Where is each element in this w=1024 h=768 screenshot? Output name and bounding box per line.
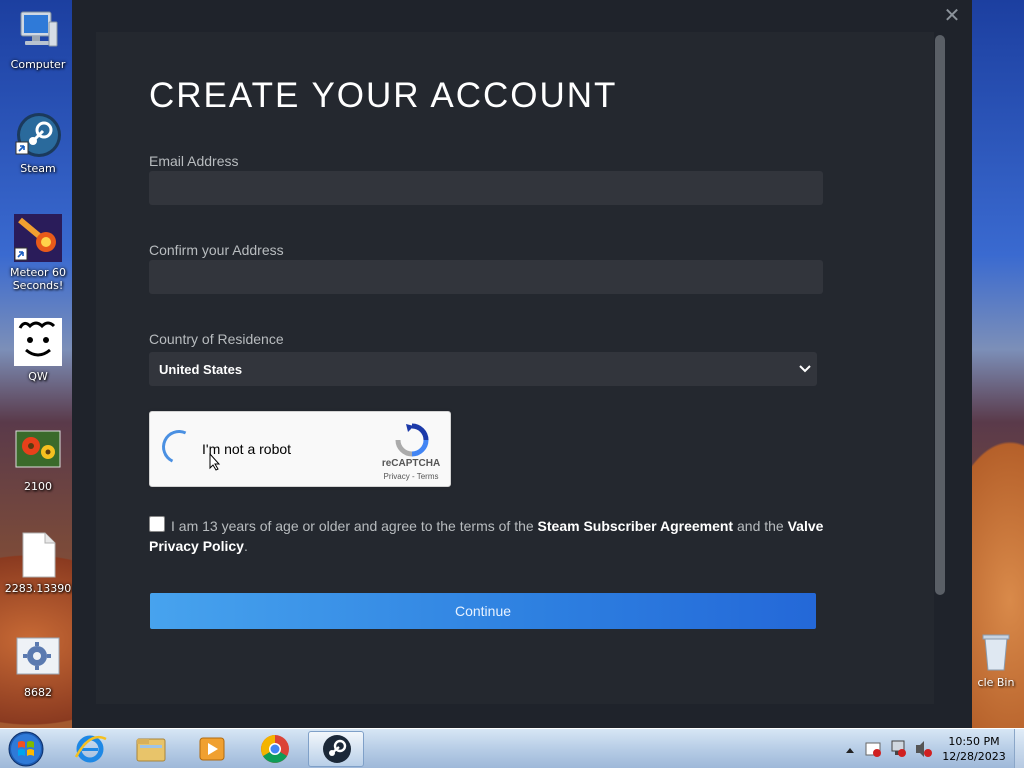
taskbar-internet-explorer[interactable] (62, 731, 118, 767)
chevron-down-icon (797, 360, 813, 376)
confirm-email-label: Confirm your Address (149, 242, 284, 258)
email-field[interactable] (149, 171, 823, 205)
taskbar-file-explorer[interactable] (123, 731, 179, 767)
close-icon[interactable]: ✕ (940, 4, 964, 28)
taskbar-steam[interactable] (308, 731, 364, 767)
taskbar-clock[interactable]: 10:50 PM 12/28/2023 (938, 734, 1010, 764)
desktop-icon-steam[interactable]: Steam (4, 112, 72, 175)
desktop-icon-qw[interactable]: QW (4, 318, 72, 383)
start-button[interactable] (6, 730, 46, 768)
recaptcha-logo-icon (394, 422, 430, 458)
steam-create-account-window: ✕ CREATE YOUR ACCOUNT Email Address Conf… (72, 0, 972, 728)
agreement-text-mid: and the (737, 518, 784, 534)
country-label: Country of Residence (149, 331, 284, 347)
scrollbar-thumb[interactable] (935, 35, 945, 595)
taskbar: 10:50 PM 12/28/2023 (0, 728, 1024, 768)
recycle-bin-icon (981, 632, 1011, 672)
desktop-icon-label: 2283.13390 (4, 582, 72, 595)
meteor-game-icon (14, 214, 62, 262)
country-select-value: United States (159, 362, 243, 377)
agree-checkbox[interactable] (149, 516, 165, 532)
desktop-icon-file[interactable]: 2283.13390 (4, 532, 72, 595)
blank-file-icon (15, 532, 61, 578)
desktop-icon-label: 2100 (24, 480, 52, 493)
desktop-icon-label: Computer (10, 58, 66, 71)
page-title: CREATE YOUR ACCOUNT (149, 76, 618, 115)
clock-time: 10:50 PM (948, 735, 1000, 748)
volume-muted-icon[interactable] (916, 741, 932, 757)
desktop-icon-meteor[interactable]: Meteor 60 Seconds! (4, 214, 72, 292)
recaptcha-terms-link[interactable]: Privacy - Terms (370, 472, 452, 481)
system-tray (844, 729, 936, 768)
confirm-email-field[interactable] (149, 260, 823, 294)
desktop-icon-label: cle Bin (977, 676, 1015, 689)
taskbar-media-player[interactable] (184, 731, 240, 767)
desktop-icon-computer[interactable]: Computer (4, 8, 72, 71)
show-desktop-button[interactable] (1014, 729, 1024, 768)
recaptcha-brand: reCAPTCHA (381, 458, 441, 469)
folder-icon (136, 738, 166, 762)
country-select[interactable]: United States (149, 352, 817, 386)
taskbar-chrome[interactable] (247, 731, 303, 767)
recaptcha-widget: I'm not a robot reCAPTCHA Privacy - Term… (149, 411, 451, 487)
agreement-text-end: . (243, 538, 248, 554)
desktop-icon-2100[interactable]: 2100 (4, 430, 72, 493)
computer-icon (15, 8, 61, 54)
recaptcha-spinner-icon[interactable] (157, 425, 201, 469)
desktop-icon-label: 8682 (24, 686, 52, 699)
desktop-icon-label: QW (28, 370, 48, 383)
desktop-icon-label: Meteor 60 Seconds! (9, 266, 67, 292)
flower-image-icon (15, 430, 61, 476)
desktop-icon-label: Steam (20, 162, 56, 175)
action-center-flag-icon[interactable] (865, 742, 881, 757)
subscriber-agreement-link[interactable]: Steam Subscriber Agreement (538, 518, 734, 534)
media-player-icon (199, 737, 225, 761)
smiley-face-icon (14, 318, 62, 366)
mouse-cursor-icon (209, 452, 221, 471)
agreement-row: I am 13 years of age or older and agree … (149, 516, 829, 556)
continue-button[interactable]: Continue (150, 593, 816, 629)
agreement-text: I am 13 years of age or older and agree … (171, 518, 534, 534)
internet-explorer-icon (74, 735, 107, 763)
show-hidden-icons-icon[interactable] (846, 748, 854, 753)
steam-icon (15, 112, 61, 158)
chrome-icon (261, 735, 289, 763)
desktop-icon-recycle-bin[interactable]: cle Bin (968, 632, 1024, 689)
clock-date: 12/28/2023 (942, 750, 1006, 763)
email-label: Email Address (149, 153, 239, 169)
settings-gear-icon (15, 636, 61, 682)
steam-icon (323, 735, 351, 763)
network-icon[interactable] (891, 740, 906, 757)
desktop-icon-8682[interactable]: 8682 (4, 636, 72, 699)
